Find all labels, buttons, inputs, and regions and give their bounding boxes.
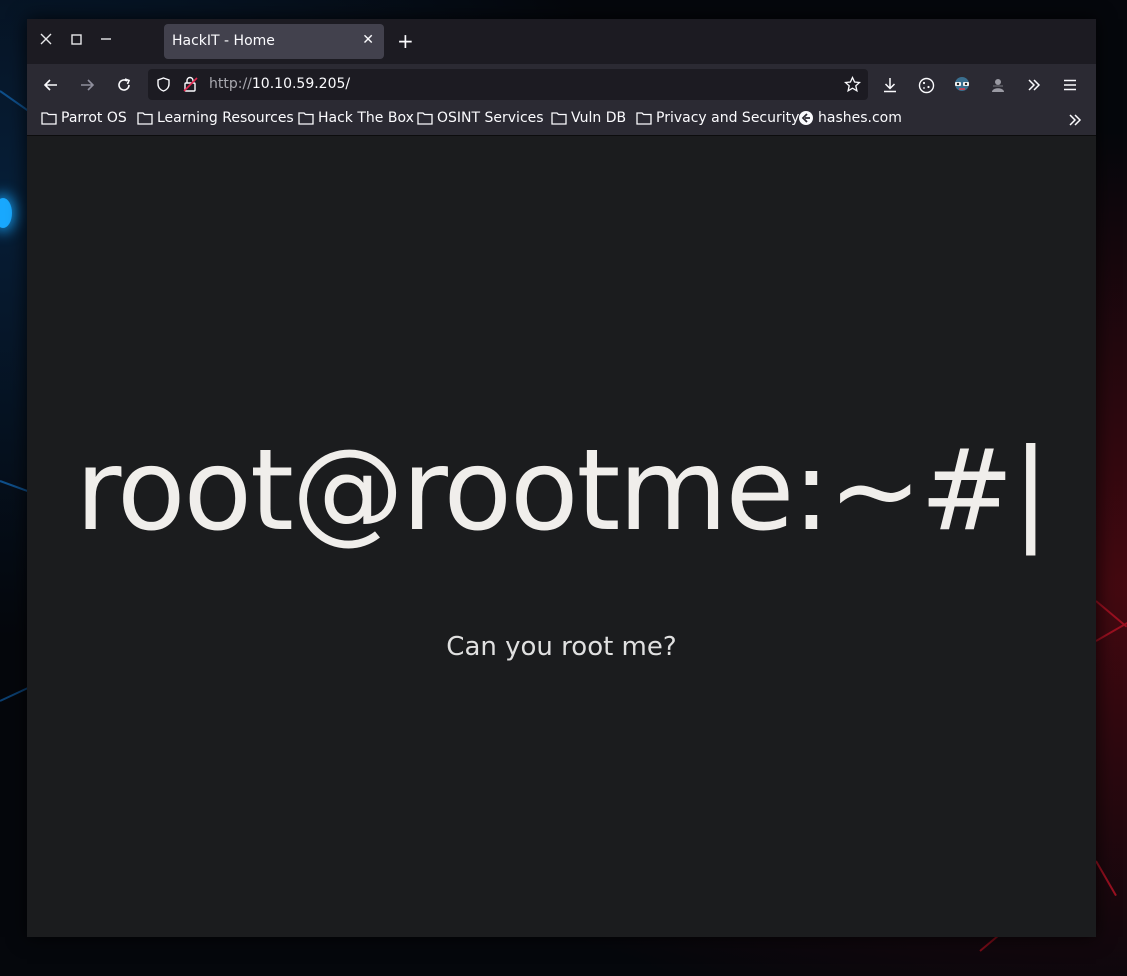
- url-text[interactable]: http://10.10.59.205/: [209, 76, 350, 92]
- minimize-icon: [101, 38, 111, 40]
- cookie-extension-button[interactable]: [914, 73, 938, 97]
- page-subline: Can you root me?: [446, 632, 677, 662]
- back-button[interactable]: [39, 73, 63, 97]
- bookmark-label: Parrot OS: [61, 110, 127, 126]
- bookmark-star-icon[interactable]: [844, 76, 861, 93]
- url-host: 10.10.59.205/: [251, 76, 351, 92]
- folder-icon: [551, 112, 567, 125]
- folder-icon: [298, 112, 314, 125]
- page-content: root@rootme:~#| Can you root me?: [27, 136, 1096, 937]
- menu-icon: [1064, 79, 1076, 91]
- app-menu-button[interactable]: [1058, 73, 1082, 97]
- bookmark-folder-learning-resources[interactable]: Learning Resources: [137, 110, 294, 126]
- puzzle-icon: [992, 79, 1004, 92]
- folder-icon: [41, 112, 57, 125]
- bookmarks-overflow-button[interactable]: [1067, 112, 1087, 128]
- bookmark-hashes-com[interactable]: hashes.com: [798, 110, 902, 126]
- bookmark-folder-osint-services[interactable]: OSINT Services: [417, 110, 544, 126]
- mask-extension-button[interactable]: [950, 73, 974, 97]
- address-bar[interactable]: http://10.10.59.205/: [148, 69, 868, 100]
- close-icon: [40, 33, 52, 45]
- folder-icon: [417, 112, 433, 125]
- tab-title: HackIT - Home: [172, 33, 275, 49]
- spy-extension-button[interactable]: [986, 73, 1010, 97]
- bookmark-folder-privacy-and-security[interactable]: Privacy and Security: [636, 110, 799, 126]
- bookmark-label: Privacy and Security: [656, 110, 800, 126]
- maximize-icon: [70, 33, 82, 45]
- tab-close-icon[interactable]: ✕: [362, 32, 374, 48]
- more-tools-button[interactable]: [1022, 73, 1046, 97]
- cookie-icon: [918, 77, 934, 93]
- minimize-window-button[interactable]: [98, 31, 114, 47]
- wallpaper-line: [1095, 620, 1127, 642]
- bookmark-label: hashes.com: [818, 110, 902, 126]
- bookmarks-toolbar: Parrot OS Learning Resources Hack The Bo…: [27, 105, 1096, 136]
- bookmark-label: Learning Resources: [157, 110, 294, 126]
- page-headline: root@rootme:~#|: [75, 426, 1049, 556]
- reload-button[interactable]: [112, 73, 136, 97]
- url-protocol: http://: [209, 76, 252, 92]
- tab-active[interactable]: HackIT - Home ✕: [164, 24, 384, 59]
- tab-bar: HackIT - Home ✕ +: [27, 19, 1096, 64]
- close-window-button[interactable]: [38, 31, 54, 47]
- bookmark-folder-vuln-db[interactable]: Vuln DB: [551, 110, 626, 126]
- overflow-chevron-icon: [1028, 79, 1041, 91]
- browser-window: HackIT - Home ✕ + http://10.10.59.205/ P…: [27, 19, 1096, 937]
- folder-icon: [636, 112, 652, 125]
- forward-button[interactable]: [75, 73, 99, 97]
- site-icon: [799, 111, 813, 125]
- bookmark-label: OSINT Services: [437, 110, 544, 126]
- navigation-toolbar: http://10.10.59.205/: [27, 64, 1096, 105]
- forward-arrow-icon: [81, 79, 95, 91]
- back-arrow-icon: [43, 79, 57, 91]
- wallpaper-glow-dot: [0, 198, 12, 228]
- bookmark-folder-parrot-os[interactable]: Parrot OS: [41, 110, 127, 126]
- downloads-button[interactable]: [878, 73, 902, 97]
- maximize-window-button[interactable]: [68, 31, 84, 47]
- extension-icon: [955, 77, 969, 91]
- reload-icon: [118, 78, 131, 91]
- chevron-right-double-icon: [1069, 114, 1082, 126]
- new-tab-button[interactable]: +: [397, 29, 414, 53]
- shield-icon: [157, 77, 170, 92]
- bookmark-folder-hack-the-box[interactable]: Hack The Box: [298, 110, 414, 126]
- download-icon: [884, 78, 896, 93]
- insecure-lock-icon: [183, 76, 198, 92]
- wallpaper-line: [1095, 860, 1117, 897]
- folder-icon: [137, 112, 153, 125]
- bookmark-label: Hack The Box: [318, 110, 414, 126]
- bookmark-label: Vuln DB: [571, 110, 627, 126]
